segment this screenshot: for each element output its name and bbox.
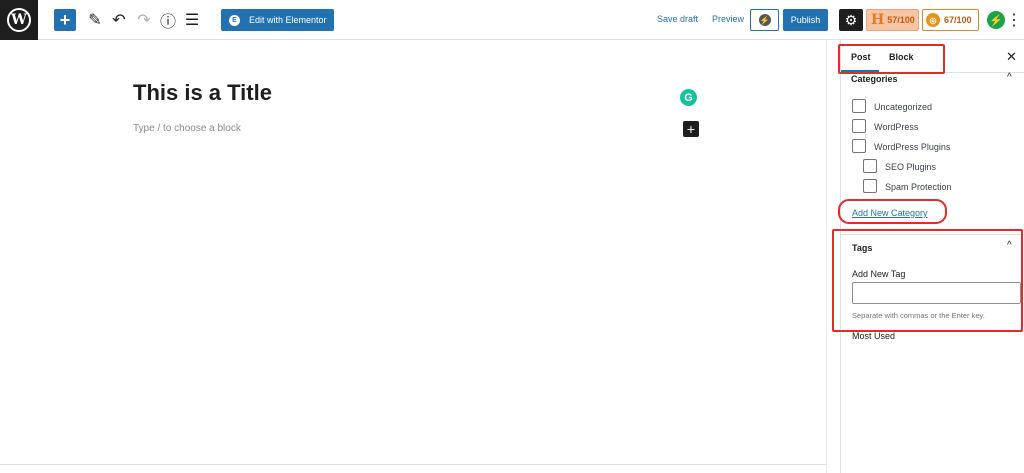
tab-post[interactable]: Post xyxy=(851,52,871,62)
seo-score-button[interactable]: ◎ 67/100 xyxy=(922,9,979,31)
category-label: Uncategorized xyxy=(874,102,933,112)
category-label: WordPress Plugins xyxy=(874,142,951,152)
inline-add-block-icon[interactable]: + xyxy=(683,121,699,137)
headline-score-button[interactable]: H 57/100 xyxy=(866,9,919,31)
settings-sidebar: Post Block ✕ Categories ^ Uncategorized … xyxy=(840,40,1024,473)
preview-button[interactable]: Preview xyxy=(712,14,744,24)
category-label: SEO Plugins xyxy=(885,162,937,172)
tags-divider xyxy=(841,234,1024,235)
list-view-icon[interactable]: ☰ xyxy=(181,9,203,31)
post-title[interactable]: This is a Title xyxy=(133,80,272,106)
editor-footer-divider xyxy=(0,464,826,465)
elementor-icon: E xyxy=(229,14,240,26)
tag-help-text: Separate with commas or the Enter key. xyxy=(852,311,985,320)
chevron-up-icon[interactable]: ^ xyxy=(1007,240,1012,251)
categories-title[interactable]: Categories xyxy=(851,74,898,84)
add-new-tag-label: Add New Tag xyxy=(852,269,906,279)
headline-score-value: 57/100 xyxy=(887,15,915,25)
seo-score-value: 67/100 xyxy=(944,15,972,25)
performance-bolt-icon[interactable]: ⚡ xyxy=(987,11,1005,29)
add-new-tag-input[interactable] xyxy=(852,282,1021,304)
editor-toolbar: W + ✎ ↶ ↷ ⓘ ☰ E Edit with Elementor Save… xyxy=(0,0,1024,40)
details-info-icon[interactable]: ⓘ xyxy=(157,9,179,31)
wordpress-logo-button[interactable]: W xyxy=(0,0,38,40)
most-used-tags-toggle[interactable]: Most Used xyxy=(852,331,895,341)
category-checkbox-uncategorized[interactable] xyxy=(852,99,866,113)
category-checkbox-seo-plugins[interactable] xyxy=(863,159,877,173)
category-checkbox-wordpress-plugins[interactable] xyxy=(852,139,866,153)
sidebar-tabs: Post Block ✕ xyxy=(841,40,1024,73)
edit-with-elementor-button[interactable]: E Edit with Elementor xyxy=(221,9,334,31)
publish-button[interactable]: Publish xyxy=(783,9,828,31)
elementor-button-label: Edit with Elementor xyxy=(249,15,327,25)
chevron-up-icon[interactable]: ^ xyxy=(1007,72,1012,83)
block-placeholder[interactable]: Type / to choose a block xyxy=(133,123,241,134)
tab-post-active-indicator xyxy=(841,70,879,73)
add-new-category-link[interactable]: Add New Category xyxy=(852,208,928,218)
more-options-icon[interactable]: ⋮ xyxy=(1006,10,1022,30)
tags-title[interactable]: Tags xyxy=(852,243,872,253)
wp-block-editor: W + ✎ ↶ ↷ ⓘ ☰ E Edit with Elementor Save… xyxy=(0,0,1024,473)
redo-icon[interactable]: ↷ xyxy=(133,9,155,31)
category-label: Spam Protection xyxy=(885,182,952,192)
save-draft-button[interactable]: Save draft xyxy=(657,14,698,24)
jetpack-icon: ⚡ xyxy=(758,14,771,26)
add-block-toggle-button[interactable]: + xyxy=(54,9,76,31)
category-label: WordPress xyxy=(874,122,919,132)
grammarly-icon[interactable]: G xyxy=(680,89,697,106)
editor-canvas: This is a Title Type / to choose a block… xyxy=(0,40,840,473)
seo-score-icon: ◎ xyxy=(926,13,940,27)
headline-h-icon: H xyxy=(871,12,885,28)
editor-scrollbar[interactable] xyxy=(826,40,840,473)
wordpress-icon: W xyxy=(7,8,31,32)
tab-block[interactable]: Block xyxy=(889,52,914,62)
jetpack-button[interactable]: ⚡ xyxy=(750,9,779,31)
category-checkbox-spam-protection[interactable] xyxy=(863,179,877,193)
edit-pencil-icon[interactable]: ✎ xyxy=(84,9,106,31)
settings-gear-icon[interactable]: ⚙ xyxy=(839,9,863,31)
category-checkbox-wordpress[interactable] xyxy=(852,119,866,133)
close-icon[interactable]: ✕ xyxy=(1006,49,1017,65)
undo-icon[interactable]: ↶ xyxy=(108,9,130,31)
